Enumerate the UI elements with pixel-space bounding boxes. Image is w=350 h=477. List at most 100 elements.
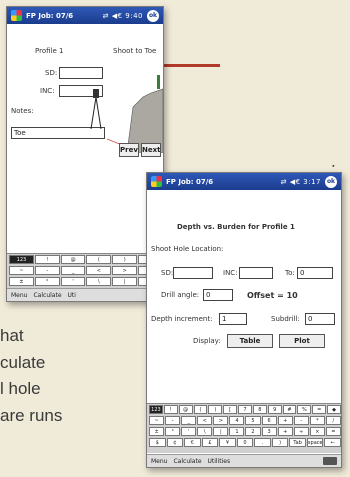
key[interactable]: 5 <box>245 416 261 425</box>
table-button[interactable]: Table <box>227 334 273 348</box>
key[interactable]: ° <box>165 427 181 436</box>
key[interactable]: 2 <box>245 427 261 436</box>
space-key[interactable]: space <box>306 438 324 447</box>
key[interactable]: | <box>112 277 138 286</box>
start-icon[interactable] <box>11 10 22 21</box>
key[interactable]: × <box>309 427 325 436</box>
key[interactable]: ( <box>86 255 112 264</box>
text-fragment: l hole <box>0 379 41 398</box>
key[interactable]: % <box>297 405 312 414</box>
menu-item-menu[interactable]: Menu <box>151 458 167 465</box>
sd-field[interactable] <box>173 267 213 279</box>
menu-item-menu[interactable]: Menu <box>11 292 27 299</box>
key[interactable]: ) <box>112 255 138 264</box>
text-fragment: are runs <box>0 406 63 425</box>
key[interactable]: ◆ <box>327 405 341 414</box>
key[interactable]: ( <box>193 405 208 414</box>
key[interactable]: @ <box>60 255 86 264</box>
key[interactable]: > <box>213 416 229 425</box>
key[interactable]: | <box>213 427 229 436</box>
key[interactable]: 123 <box>149 405 163 414</box>
key[interactable]: [ <box>223 405 238 414</box>
subdrill-label: Subdrill: <box>271 315 300 323</box>
ok-button[interactable]: ok <box>147 9 159 22</box>
key[interactable]: ' <box>60 277 86 286</box>
key[interactable]: 6 <box>261 416 277 425</box>
key[interactable]: \ <box>197 427 213 436</box>
key[interactable]: 3 <box>261 427 277 436</box>
key[interactable]: ! <box>34 255 60 264</box>
key[interactable]: ~ <box>9 266 34 275</box>
key[interactable]: / <box>325 416 341 425</box>
key[interactable]: + <box>277 416 293 425</box>
menu-item-calculate[interactable]: Calculate <box>173 458 201 465</box>
key[interactable]: - <box>165 416 181 425</box>
text-fragment: hat <box>0 326 24 345</box>
status-indicators: ⇄ ◀€ 9:40 <box>102 11 143 20</box>
key[interactable]: _ <box>60 266 86 275</box>
menu-bar: Menu Calculate Utilities <box>147 454 341 467</box>
title-bar: FP Job: 07/6 ⇄ ◀€ 9:40 ok <box>7 7 163 24</box>
inc-label: INC: <box>40 87 55 95</box>
key[interactable]: ° <box>34 277 60 286</box>
key[interactable]: - <box>293 416 309 425</box>
key[interactable]: ± <box>9 277 34 286</box>
text-fragment: culate <box>0 353 46 372</box>
key[interactable]: ! <box>163 405 178 414</box>
key[interactable]: ÷ <box>293 427 309 436</box>
key[interactable]: ) <box>271 438 289 447</box>
notes-label: Notes: <box>11 107 34 115</box>
key[interactable]: ± <box>149 427 165 436</box>
depth-vs-burden-window: FP Job: 07/6 ⇄ ◀€ 3:17 ok Depth vs. Burd… <box>146 172 342 468</box>
menu-item-utilities[interactable]: Uti <box>68 292 76 299</box>
key[interactable]: ¢ <box>166 438 184 447</box>
key[interactable]: = <box>312 405 327 414</box>
key[interactable]: $ <box>149 438 166 447</box>
key[interactable]: # <box>282 405 297 414</box>
key[interactable]: 0 <box>236 438 254 447</box>
key[interactable]: > <box>112 266 138 275</box>
key[interactable]: @ <box>178 405 193 414</box>
key[interactable]: \ <box>86 277 112 286</box>
key[interactable]: ) <box>208 405 223 414</box>
key[interactable]: _ <box>181 416 197 425</box>
offset-readout: Offset = 10 <box>247 291 298 300</box>
key[interactable]: 123 <box>9 255 34 264</box>
tab-key[interactable]: Tab <box>289 438 306 447</box>
prev-button[interactable]: Prev <box>119 143 139 157</box>
start-icon[interactable] <box>151 176 162 187</box>
key[interactable]: * <box>309 416 325 425</box>
to-field[interactable]: 0 <box>297 267 333 279</box>
menu-item-calculate[interactable]: Calculate <box>33 292 61 299</box>
key[interactable]: < <box>86 266 112 275</box>
key[interactable]: 1 <box>229 427 245 436</box>
key[interactable]: 9 <box>267 405 282 414</box>
key[interactable]: = <box>325 427 341 436</box>
depth-increment-field[interactable]: 1 <box>219 313 247 325</box>
drill-angle-label: Drill angle: <box>161 291 200 299</box>
keyboard-icon[interactable] <box>323 457 337 465</box>
ok-button[interactable]: ok <box>325 175 337 188</box>
plot-button[interactable]: Plot <box>279 334 325 348</box>
key[interactable]: - <box>34 266 60 275</box>
next-button[interactable]: Next <box>141 143 161 157</box>
drill-angle-field[interactable]: 0 <box>203 289 233 301</box>
sd-field[interactable] <box>59 67 103 79</box>
key[interactable]: . <box>254 438 271 447</box>
menu-item-utilities[interactable]: Utilities <box>208 458 231 465</box>
key[interactable]: < <box>197 416 213 425</box>
key[interactable]: 7 <box>238 405 252 414</box>
subdrill-field[interactable]: 0 <box>305 313 335 325</box>
key[interactable]: ' <box>181 427 197 436</box>
key[interactable]: 4 <box>229 416 245 425</box>
key[interactable]: + <box>277 427 293 436</box>
key[interactable]: ~ <box>149 416 165 425</box>
backspace-key[interactable]: ← <box>324 438 341 447</box>
soft-keyboard: 123 ! @ ( ) 7 ~ - _ < > 4 ± ° ' \ | 1 <box>7 253 163 293</box>
key[interactable]: € <box>184 438 201 447</box>
inc-label: INC: <box>223 269 238 277</box>
key[interactable]: £ <box>201 438 219 447</box>
inc-field[interactable] <box>239 267 273 279</box>
key[interactable]: 8 <box>252 405 267 414</box>
key[interactable]: ¥ <box>219 438 236 447</box>
